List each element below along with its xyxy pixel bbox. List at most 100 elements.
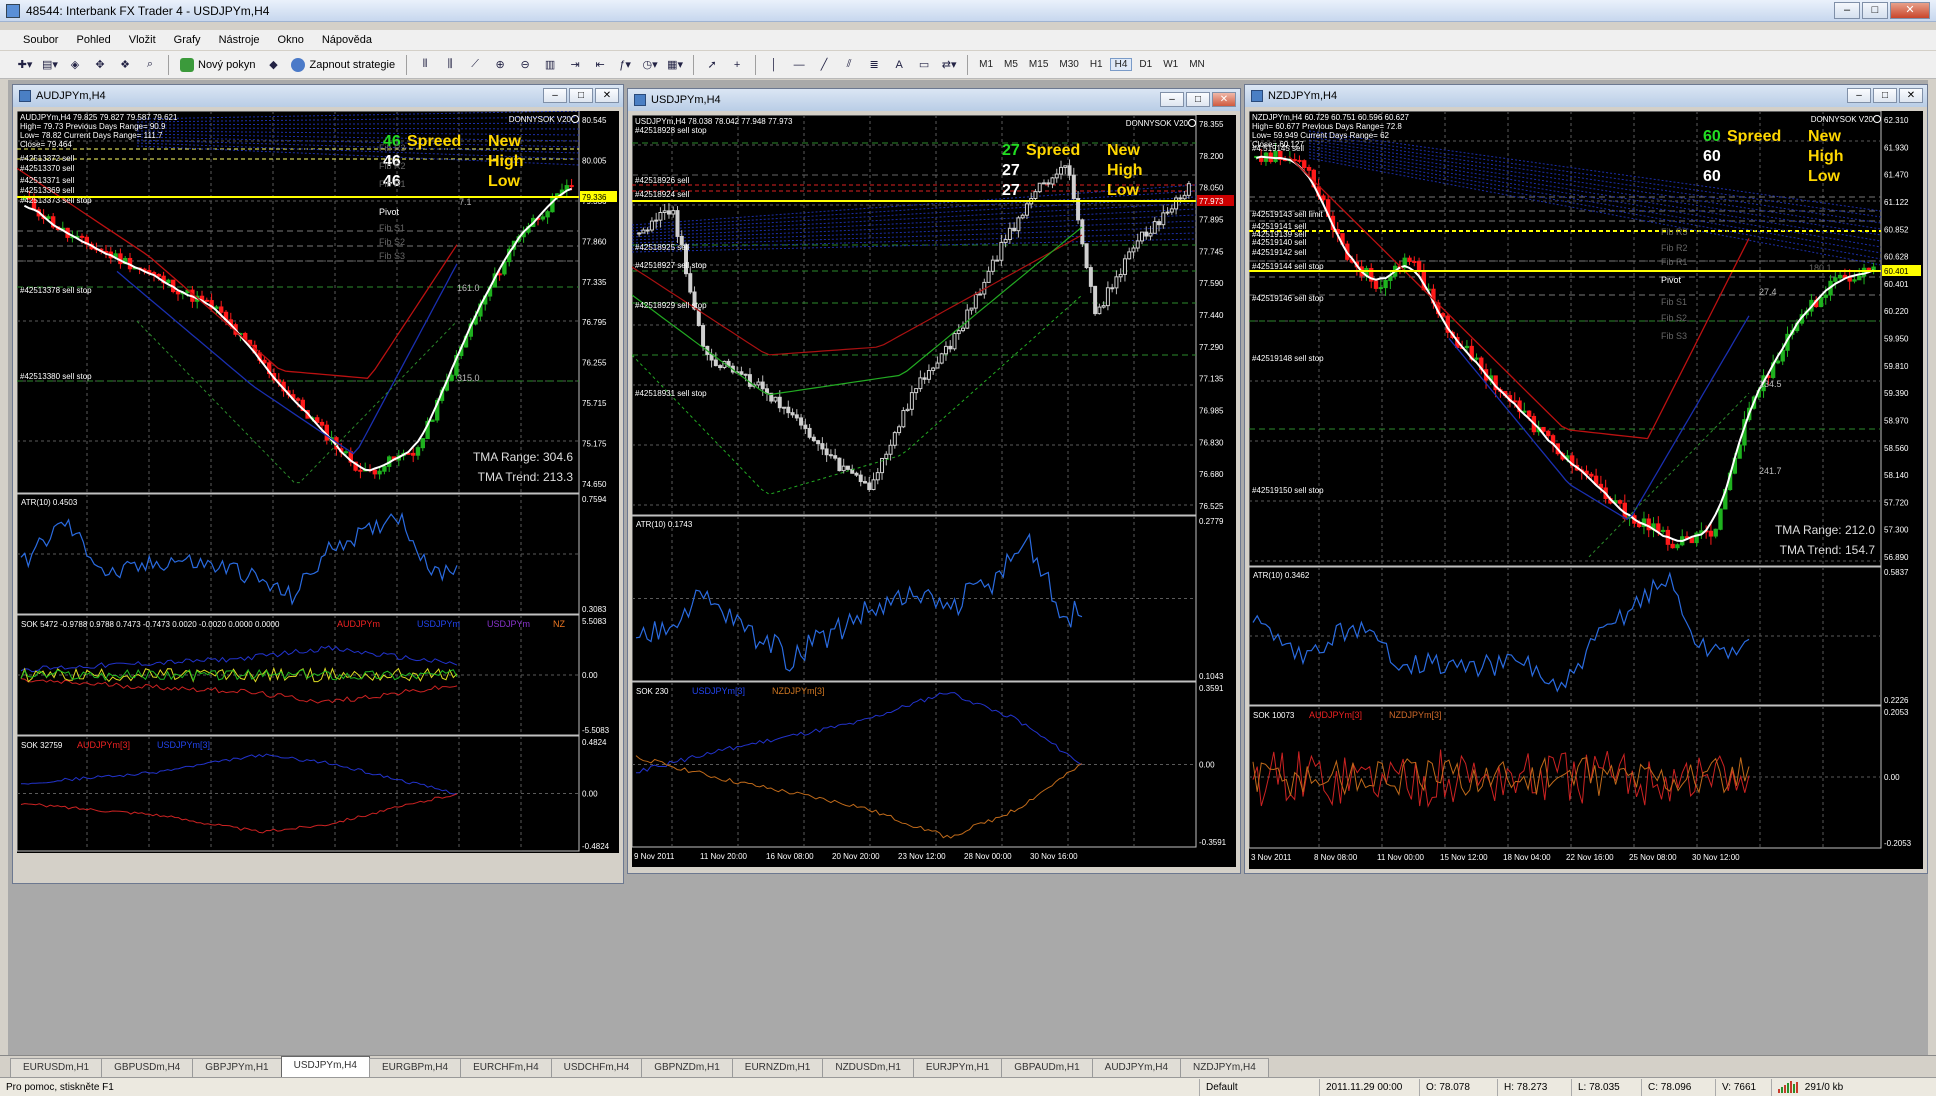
candle-body xyxy=(820,443,825,450)
arrows-icon[interactable]: ⇄▾ xyxy=(938,54,960,76)
maximize-button[interactable]: □ xyxy=(1862,2,1888,19)
vertical-line-icon[interactable]: │ xyxy=(763,54,785,76)
chart-window-usdjpy[interactable]: USDJPYm,H4 – □ ✕ USDJPYm,H4 78.038 78.042 … xyxy=(627,88,1241,874)
chart-tab[interactable]: AUDJPYm,H4 xyxy=(1091,1058,1182,1077)
trendline-icon[interactable]: ╱ xyxy=(813,54,835,76)
cursor-icon[interactable]: ➚ xyxy=(701,54,723,76)
channel-icon[interactable]: ⫽ xyxy=(838,54,860,76)
crosshair-icon[interactable]: + xyxy=(726,54,748,76)
new-chart-icon[interactable]: ✚▾ xyxy=(14,54,36,76)
chart-maximize-button[interactable]: □ xyxy=(1873,88,1897,103)
periods-icon[interactable]: ◷▾ xyxy=(639,54,661,76)
terminal-icon[interactable]: ❖ xyxy=(114,54,136,76)
timeframe-h1[interactable]: H1 xyxy=(1086,59,1107,70)
chart-canvas[interactable]: USDJPYm,H4 78.038 78.042 77.948 77.973 #4… xyxy=(632,115,1236,867)
navigator-icon[interactable]: ✥ xyxy=(89,54,111,76)
chart-close-button[interactable]: ✕ xyxy=(1212,92,1236,107)
autoscroll-icon[interactable]: ⇥ xyxy=(564,54,586,76)
chart-minimize-button[interactable]: – xyxy=(1160,92,1184,107)
chart-tab[interactable]: GBPAUDm,H1 xyxy=(1001,1058,1093,1077)
menu-insert[interactable]: Vložit xyxy=(120,34,165,46)
chart-canvas[interactable]: NZDJPYm,H4 60.729 60.751 60.596 60.627 Hi… xyxy=(1249,111,1923,869)
menu-file[interactable]: Soubor xyxy=(14,34,67,46)
fib-label: Fib R2 xyxy=(1661,243,1688,253)
candlestick-icon[interactable]: ⫼ xyxy=(439,54,461,76)
status-connection[interactable]: 291/0 kb xyxy=(1772,1079,1936,1096)
chart-close-button[interactable]: ✕ xyxy=(1899,88,1923,103)
tester-icon[interactable]: ⌕ xyxy=(139,54,161,76)
zoom-out-icon[interactable]: ⊖ xyxy=(514,54,536,76)
chart-window-titlebar[interactable]: NZDJPYm,H4 – □ ✕ xyxy=(1245,85,1927,107)
chart-tab[interactable]: GBPUSDm,H4 xyxy=(101,1058,194,1077)
date-axis-label: 23 Nov 12:00 xyxy=(898,852,946,861)
chart-tab[interactable]: EURCHFm,H4 xyxy=(460,1058,552,1077)
price-axis-label: 60.628 xyxy=(1884,253,1909,262)
chart-shift-icon[interactable]: ⇤ xyxy=(589,54,611,76)
sok-legend-item: NZDJPYm[3] xyxy=(1389,710,1442,720)
date-axis-label: 11 Nov 00:00 xyxy=(1377,853,1425,862)
profiles-icon[interactable]: ▤▾ xyxy=(39,54,61,76)
close-button[interactable]: ✕ xyxy=(1890,2,1930,19)
chart-maximize-button[interactable]: □ xyxy=(569,88,593,103)
tile-windows-icon[interactable]: ▥ xyxy=(539,54,561,76)
menu-charts[interactable]: Grafy xyxy=(165,34,210,46)
timeframe-m1[interactable]: M1 xyxy=(975,59,997,70)
chart-window-titlebar[interactable]: USDJPYm,H4 – □ ✕ xyxy=(628,89,1240,111)
chart-tab[interactable]: EURUSDm,H1 xyxy=(10,1058,103,1077)
level-value-label: 7.1 xyxy=(459,197,472,207)
metaeditor-icon[interactable]: ◆ xyxy=(262,54,284,76)
timeframe-m5[interactable]: M5 xyxy=(1000,59,1022,70)
chart-tab[interactable]: GBPJPYm,H1 xyxy=(192,1058,282,1077)
horizontal-line-icon[interactable]: — xyxy=(788,54,810,76)
fibonacci-icon[interactable]: ≣ xyxy=(863,54,885,76)
indicators-icon[interactable]: ƒ▾ xyxy=(614,54,636,76)
chart-window-titlebar[interactable]: AUDJPYm,H4 – □ ✕ xyxy=(13,85,623,107)
new-order-button[interactable]: Nový pokyn xyxy=(176,57,259,72)
chart-tab[interactable]: NZDUSDm,H1 xyxy=(822,1058,914,1077)
chart-tab[interactable]: EURGBPm,H4 xyxy=(368,1058,462,1077)
chart-minimize-button[interactable]: – xyxy=(1847,88,1871,103)
sok-legend-item: AUDJPYm xyxy=(337,619,380,629)
timeframe-h4[interactable]: H4 xyxy=(1109,58,1133,71)
timeframe-mn[interactable]: MN xyxy=(1185,59,1209,70)
chart-window-nzdjpy[interactable]: NZDJPYm,H4 – □ ✕ NZDJPYm,H4 60.729 60.751 … xyxy=(1244,84,1928,874)
chart-window-audjpy[interactable]: AUDJPYm,H4 – □ ✕ AUDJPYm,H4 79.825 79.827 … xyxy=(12,84,624,884)
price-axis-label: 61.930 xyxy=(1884,143,1909,152)
price-axis-label: 61.122 xyxy=(1884,198,1909,207)
menu-tools[interactable]: Nástroje xyxy=(210,34,269,46)
chart-tab[interactable]: EURNZDm,H1 xyxy=(731,1058,824,1077)
text-icon[interactable]: A xyxy=(888,54,910,76)
chart-maximize-button[interactable]: □ xyxy=(1186,92,1210,107)
line-chart-icon[interactable]: ⟋ xyxy=(464,54,486,76)
candle-body xyxy=(1059,166,1064,175)
timeframe-w1[interactable]: W1 xyxy=(1159,59,1182,70)
expert-advisors-button[interactable]: Zapnout strategie xyxy=(287,57,399,72)
chart-close-button[interactable]: ✕ xyxy=(595,88,619,103)
chart-tab[interactable]: USDCHFm,H4 xyxy=(550,1058,643,1077)
menu-window[interactable]: Okno xyxy=(269,34,313,46)
status-help: Pro pomoc, stiskněte F1 xyxy=(0,1078,1200,1096)
market-watch-icon[interactable]: ◈ xyxy=(64,54,86,76)
timeframe-d1[interactable]: D1 xyxy=(1135,59,1156,70)
menu-view[interactable]: Pohled xyxy=(67,34,119,46)
timeframe-m30[interactable]: M30 xyxy=(1055,59,1082,70)
chart-header-line: High= 79.73 Previous Days Range= 90.9 xyxy=(20,122,166,131)
chart-minimize-button[interactable]: – xyxy=(543,88,567,103)
sok-legend-item: NZ xyxy=(553,619,565,629)
chart-header-line: #42518928 sell stop xyxy=(635,126,707,135)
minimize-button[interactable]: – xyxy=(1834,2,1860,19)
timeframe-m15[interactable]: M15 xyxy=(1025,59,1052,70)
sok-legend-item: USDJPYm xyxy=(487,619,530,629)
sok-axis-label: -0.3591 xyxy=(1199,838,1227,847)
candle-body xyxy=(794,414,799,419)
menu-help[interactable]: Nápověda xyxy=(313,34,381,46)
bar-chart-icon[interactable]: ⫴ xyxy=(414,54,436,76)
chart-tab[interactable]: NZDJPYm,H4 xyxy=(1180,1058,1269,1077)
chart-tab[interactable]: GBPNZDm,H1 xyxy=(641,1058,733,1077)
chart-tab[interactable]: USDJPYm,H4 xyxy=(280,1056,370,1077)
chart-canvas[interactable]: AUDJPYm,H4 79.825 79.827 79.587 79.621 Hi… xyxy=(17,111,619,853)
templates-icon[interactable]: ▦▾ xyxy=(664,54,686,76)
text-label-icon[interactable]: ▭ xyxy=(913,54,935,76)
zoom-in-icon[interactable]: ⊕ xyxy=(489,54,511,76)
chart-tab[interactable]: EURJPYm,H1 xyxy=(912,1058,1003,1077)
